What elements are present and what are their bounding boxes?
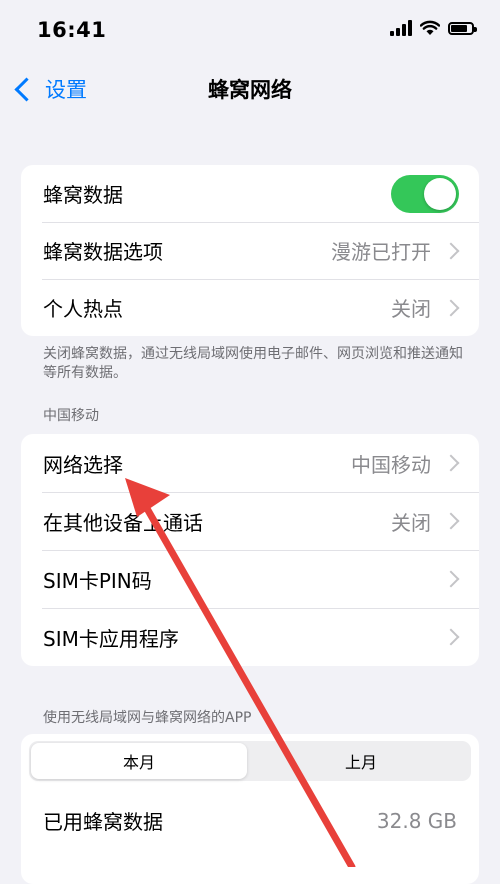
annotation-arrow [125, 478, 356, 867]
